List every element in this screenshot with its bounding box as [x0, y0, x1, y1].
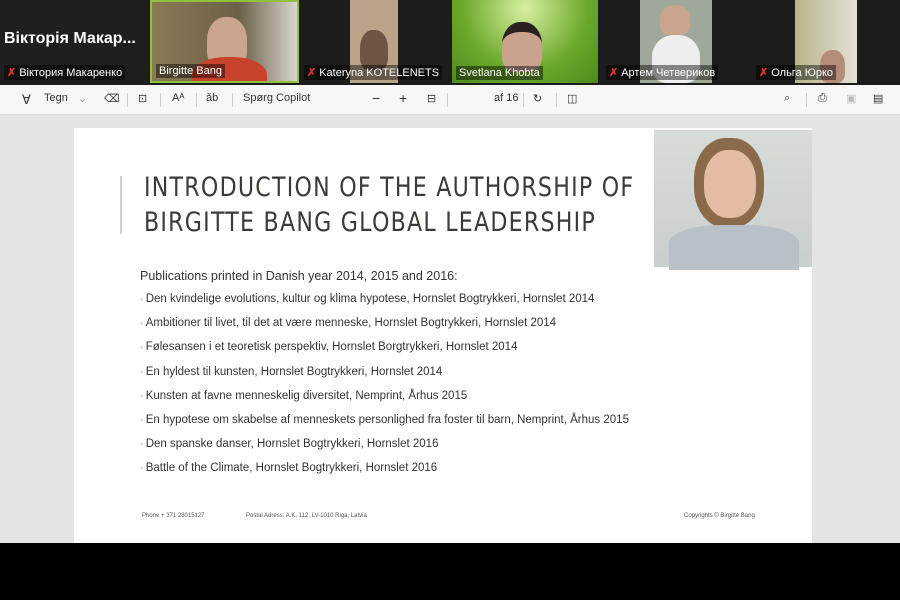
- participant-big-name: Вікторія Макар...: [4, 30, 136, 47]
- participant-name: Kateryna KOTELENETS: [319, 67, 440, 79]
- footer-phone: Phone + 371 28015127: [142, 513, 205, 519]
- ask-copilot-button[interactable]: Spørg Copilot: [243, 92, 310, 104]
- participant-tile[interactable]: Вікторія Макар... ✗ Віктория Макаренко: [0, 0, 148, 83]
- text-size-icon[interactable]: Aᴬ: [172, 92, 184, 104]
- participant-name: Ольга Юрко: [771, 67, 834, 79]
- video-strip: Вікторія Макар... ✗ Віктория Макаренко Bi…: [0, 0, 900, 85]
- participant-name: Svetlana Khobta: [459, 67, 540, 79]
- rotate-icon[interactable]: ↻: [533, 92, 542, 105]
- zoom-in-button[interactable]: +: [399, 90, 407, 106]
- list-item: Den kvindelige evolutions, kultur og kli…: [140, 293, 629, 317]
- participant-tile-active[interactable]: Birgitte Bang: [150, 0, 299, 83]
- search-icon[interactable]: ⌕: [784, 92, 790, 105]
- save-as-icon[interactable]: ▤: [873, 92, 883, 105]
- eraser-icon[interactable]: ⌫: [104, 92, 120, 105]
- save-icon[interactable]: ▣: [846, 92, 856, 105]
- document-viewer[interactable]: INTRODUCTION OF THE AUTHORSHIP OF BIRGIT…: [0, 115, 900, 543]
- publication-list: Den kvindelige evolutions, kultur og kli…: [140, 293, 629, 487]
- participant-name: Артем Четвериков: [621, 67, 716, 79]
- title-line: BIRGITTE BANG GLOBAL LEADERSHIP: [144, 207, 597, 238]
- publications-heading: Publications printed in Danish year 2014…: [140, 269, 458, 283]
- pdf-toolbar: ∀ Tegn ⌄ ⌫ ⊡ Aᴬ ǎb Spørg Copilot − + ⊟ 7…: [0, 85, 900, 196]
- author-photo: [654, 130, 812, 270]
- slide-title: INTRODUCTION OF THE AUTHORSHIP OF BIRGIT…: [144, 170, 634, 240]
- participant-name: Віктория Макаренко: [19, 67, 123, 79]
- list-item: En hypotese om skabelse af menneskets pe…: [140, 414, 629, 438]
- muted-mic-icon: ✗: [609, 67, 619, 79]
- footer-address: Postal Adress: A.K. 112, LV-1010 Riga, L…: [246, 513, 367, 519]
- list-item: Følesansen i et teoretisk perspektiv, Ho…: [140, 341, 629, 365]
- chevron-down-icon[interactable]: ⌄: [78, 92, 87, 105]
- muted-mic-icon: ✗: [307, 67, 317, 79]
- participant-tile-label: ✗ Артем Четвериков: [602, 0, 750, 83]
- draw-button[interactable]: Tegn: [44, 92, 68, 104]
- page-view-icon[interactable]: ◫: [567, 92, 577, 105]
- list-item: Kunsten at favne menneskelig diversitet,…: [140, 390, 629, 414]
- text-box-icon[interactable]: ⊡: [138, 92, 147, 105]
- muted-mic-icon: ✗: [7, 67, 17, 79]
- participant-tile-label: ✗ Ольга Юрко: [752, 0, 900, 83]
- pdf-page: INTRODUCTION OF THE AUTHORSHIP OF BIRGIT…: [74, 128, 812, 543]
- zoom-out-button[interactable]: −: [372, 90, 380, 106]
- translate-icon[interactable]: ǎb: [206, 92, 218, 104]
- list-item: Den spanske danser, Hornslet Bogtrykkeri…: [140, 438, 629, 462]
- draw-icon[interactable]: ∀: [22, 92, 31, 108]
- title-line: INTRODUCTION OF THE AUTHORSHIP OF: [144, 172, 635, 203]
- list-item: En hyldest til kunsten, Hornslet Bogtryk…: [140, 366, 629, 390]
- muted-mic-icon: ✗: [759, 67, 769, 79]
- footer-copyright: Copyrights © Birgitte Bang: [684, 513, 755, 519]
- title-accent-bar: [120, 176, 122, 234]
- participant-tile-label: ✗ Kateryna KOTELENETS: [300, 0, 448, 83]
- list-item: Battle of the Climate, Hornslet Bogtrykk…: [140, 462, 629, 486]
- participant-tile[interactable]: Svetlana Khobta: [452, 0, 598, 83]
- participant-name: Birgitte Bang: [159, 65, 222, 77]
- print-icon[interactable]: ⎙: [818, 92, 827, 105]
- fit-page-icon[interactable]: ⊟: [427, 92, 436, 105]
- page-count: af 16: [494, 92, 519, 104]
- list-item: Ambitioner til livet, til det at være me…: [140, 317, 629, 341]
